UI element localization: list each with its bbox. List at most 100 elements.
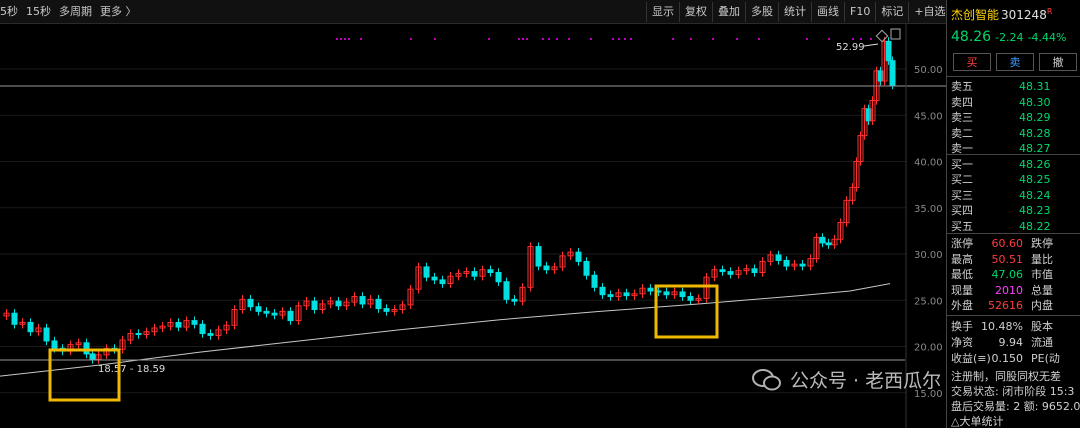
status-line: 交易状态: 闭市阶段 15:3 (951, 385, 1075, 398)
grid-lines (0, 68, 906, 394)
orderbook-price: 48.29 (1019, 111, 1051, 124)
candle-body (51, 340, 58, 349)
quote-value: 10.48% (981, 320, 1023, 333)
sell-button[interactable]: 卖 (996, 53, 1034, 71)
divider (947, 154, 1080, 155)
tab-15s[interactable]: 15秒 (26, 5, 51, 18)
candle-body (487, 269, 494, 274)
candle-body (679, 291, 686, 298)
candle-body (423, 266, 430, 278)
event-marker (590, 38, 592, 40)
price-tick: 50.00 (914, 65, 943, 76)
candle-body (775, 254, 782, 261)
event-marker (870, 38, 872, 40)
quote-value: 47.06 (991, 268, 1024, 281)
candle-body (543, 265, 550, 271)
candle-body (207, 333, 214, 336)
high-arrow-icon (863, 43, 879, 47)
orderbook-price: 48.28 (1019, 126, 1051, 140)
candle-body (783, 259, 790, 267)
event-marker (828, 38, 830, 40)
orderbook-label: 买五 (951, 219, 973, 233)
cancel-button[interactable]: 撤 (1039, 53, 1077, 71)
quote-row: 外盘 52616 内盘 (951, 298, 1080, 313)
diamond-icon[interactable] (875, 29, 889, 43)
top-toolbar: 5秒 15秒 多周期 更多 〉 显示 复权 叠加 多股 统计 画线 F10 标记 +自… (0, 0, 1080, 24)
status-block: 注册制，同股同权无差 交易状态: 闭市阶段 15:3 盘后交易量: 2 额: 9… (951, 369, 1080, 428)
candle-body (591, 274, 598, 288)
event-marker (522, 38, 524, 40)
divider (947, 315, 1080, 316)
quote-label-2: PE(动 (1031, 352, 1060, 365)
stats-button[interactable]: 统计 (778, 2, 811, 22)
overlay-button[interactable]: 叠加 (712, 2, 745, 22)
price-tick: 25.00 (914, 296, 943, 307)
mark-button[interactable]: 标记 (875, 2, 908, 22)
orderbook-row[interactable]: 卖二 48.28 (951, 126, 1080, 141)
event-marker (612, 38, 614, 40)
event-markers (336, 38, 872, 40)
orderbook-label: 买一 (951, 157, 973, 171)
add-watchlist-button[interactable]: +自选 (908, 2, 950, 22)
draw-button[interactable]: 画线 (811, 2, 844, 22)
candle-body (607, 294, 614, 298)
status-line[interactable]: △大单统计 (951, 414, 1080, 428)
orderbook-row[interactable]: 买五 48.22 (951, 219, 1080, 234)
quote-label: 换手 (951, 320, 973, 333)
event-marker (630, 38, 632, 40)
buy-button[interactable]: 买 (953, 53, 991, 71)
display-button[interactable]: 显示 (646, 2, 679, 22)
candle-body (719, 269, 726, 273)
orderbook-row[interactable]: 买四 48.23 (951, 203, 1080, 218)
tab-5s[interactable]: 5秒 (0, 5, 18, 18)
quote-label: 最高 (951, 252, 973, 266)
event-marker (712, 38, 714, 40)
candle-body (43, 327, 50, 342)
candle-body (751, 268, 758, 274)
orderbook-price: 48.24 (1019, 188, 1051, 202)
period-tabs: 5秒 15秒 多周期 更多 〉 (0, 0, 145, 24)
orderbook-row[interactable]: 买一 48.26 (951, 157, 1080, 172)
wechat-icon (752, 368, 781, 390)
tab-multi-period[interactable]: 多周期 (59, 5, 92, 18)
event-marker (758, 38, 760, 40)
tab-more[interactable]: 更多 〉 (100, 5, 137, 18)
tool-buttons: 显示 复权 叠加 多股 统计 画线 F10 标记 +自选 返回 (646, 2, 984, 22)
stock-terminal: 5秒 15秒 多周期 更多 〉 显示 复权 叠加 多股 统计 画线 F10 标记 +自… (0, 0, 1080, 428)
f10-button[interactable]: F10 (844, 2, 875, 22)
event-marker (860, 38, 862, 40)
orderbook-row[interactable]: 卖四 48.30 (951, 95, 1080, 110)
event-marker (518, 38, 520, 40)
multi-stock-button[interactable]: 多股 (745, 2, 778, 22)
candle-body (503, 281, 510, 300)
orderbook-label: 买四 (951, 204, 973, 217)
candle-body (287, 310, 294, 322)
event-marker (624, 38, 626, 40)
orderbook-row[interactable]: 买二 48.25 (951, 172, 1080, 187)
event-marker (434, 38, 436, 40)
quote-value: 52616 (988, 299, 1023, 312)
adjust-button[interactable]: 复权 (679, 2, 712, 22)
price-tick: 35.00 (914, 204, 943, 215)
pct-value: -4.44% (1027, 31, 1067, 44)
orderbook-row[interactable]: 卖五 48.31 (951, 79, 1080, 94)
orderbook-label: 买三 (951, 188, 973, 202)
candle-body (135, 333, 142, 336)
candle-body (583, 260, 590, 276)
event-marker (526, 38, 528, 40)
candle-body (825, 242, 832, 246)
candle-body (11, 312, 18, 325)
price-tick: 45.00 (914, 111, 943, 122)
candle-body (623, 292, 630, 297)
orderbook-row[interactable]: 卖三 48.29 (951, 110, 1080, 125)
quote-value: 60.60 (991, 237, 1024, 250)
orderbook-price: 48.31 (1019, 80, 1051, 93)
quote-label: 收益(≡) (951, 352, 991, 365)
orderbook-label: 卖二 (951, 126, 973, 140)
quote-label-2: 总量 (1031, 283, 1053, 297)
orderbook-price: 48.30 (1019, 95, 1051, 109)
panel-toggle-icon[interactable] (890, 28, 901, 40)
watermark-text: 公众号 · 老西瓜尔 (790, 370, 942, 392)
candle-body (431, 276, 438, 281)
orderbook-row[interactable]: 买三 48.24 (951, 188, 1080, 203)
